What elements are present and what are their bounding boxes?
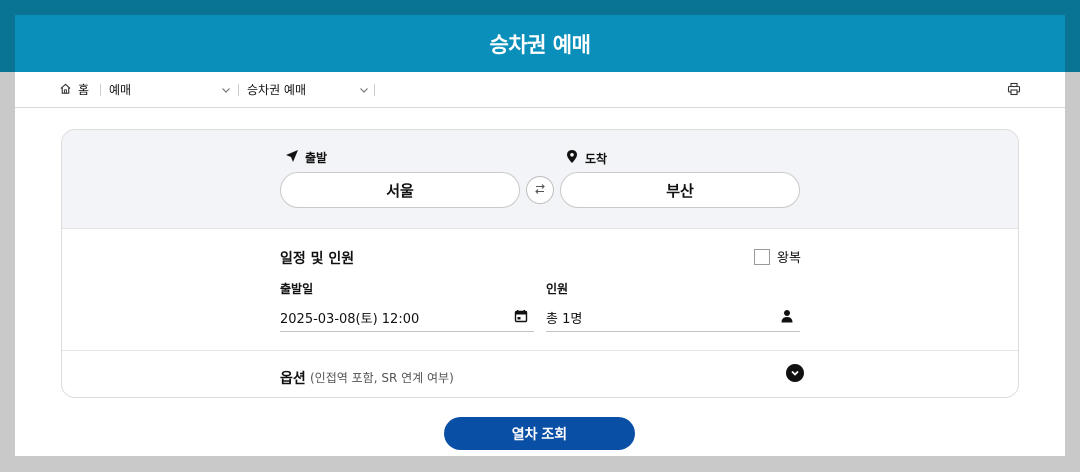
- departure-label: 출발: [285, 149, 327, 166]
- navigation-arrow-icon: [285, 149, 299, 166]
- chevron-down-icon: [359, 84, 369, 98]
- swap-arrows-icon: [533, 181, 547, 200]
- departure-label-text: 출발: [305, 151, 328, 165]
- departure-date-value: 2025-03-08(토) 12:00: [280, 311, 420, 327]
- breadcrumb-level1-label: 예매: [109, 83, 132, 97]
- roundtrip-label: 왕복: [777, 251, 801, 266]
- options-subtitle: (인접역 포함, SR 연계 여부): [310, 371, 454, 385]
- arrival-label: 도착: [565, 149, 607, 167]
- map-pin-icon: [565, 149, 579, 167]
- breadcrumb-divider: [374, 84, 375, 96]
- breadcrumb-dropdown-level2[interactable]: 승차권 예매: [247, 72, 369, 107]
- printer-icon: [1007, 82, 1021, 99]
- arrival-station-field[interactable]: 부산: [560, 172, 800, 208]
- date-label: 출발일: [280, 282, 314, 296]
- person-icon[interactable]: [780, 309, 794, 327]
- page-title: 승차권 예매: [489, 32, 591, 57]
- breadcrumb-dropdown-level1[interactable]: 예매: [109, 72, 231, 107]
- departure-station-value: 서울: [386, 181, 414, 200]
- page-header: 승차권 예매: [15, 15, 1065, 72]
- calendar-icon[interactable]: [514, 309, 528, 327]
- route-section: 출발 서울 도착 부산: [62, 130, 1018, 229]
- booking-form: 출발 서울 도착 부산 일정 및 인원 왕복 출발일 2025-03-08(토)…: [61, 129, 1019, 398]
- search-trains-button[interactable]: 열차 조회: [444, 417, 635, 450]
- schedule-section-title: 일정 및 인원: [280, 251, 355, 267]
- swap-stations-button[interactable]: [526, 176, 554, 204]
- breadcrumb-level2-label: 승차권 예매: [247, 83, 307, 97]
- departure-station-field[interactable]: 서울: [280, 172, 520, 208]
- print-button[interactable]: [1007, 82, 1021, 99]
- chevron-circle-down-icon[interactable]: [786, 364, 804, 382]
- options-title: 옵션: [280, 371, 306, 387]
- options-section[interactable]: 옵션 (인접역 포함, SR 연계 여부): [62, 350, 1018, 397]
- departure-date-field[interactable]: 2025-03-08(토) 12:00: [280, 303, 534, 332]
- arrival-station-value: 부산: [666, 181, 694, 200]
- arrival-label-text: 도착: [585, 151, 608, 166]
- breadcrumb: 홈 예매 승차권 예매: [15, 72, 1065, 108]
- passenger-count-field[interactable]: 총 1명: [546, 303, 800, 332]
- breadcrumb-divider: [100, 84, 101, 96]
- roundtrip-checkbox[interactable]: 왕복: [754, 247, 801, 266]
- breadcrumb-home[interactable]: 홈: [59, 72, 89, 107]
- passenger-count-value: 총 1명: [546, 311, 583, 327]
- home-icon: [59, 82, 72, 98]
- breadcrumb-home-label: 홈: [78, 83, 90, 97]
- breadcrumb-divider: [238, 84, 239, 96]
- checkbox-box[interactable]: [754, 248, 770, 265]
- people-label: 인원: [546, 282, 569, 296]
- page-frame: 승차권 예매 홈 예매 승차권 예매 출발 서울 도착 부산 일정 및 인원 왕…: [15, 15, 1065, 456]
- chevron-down-icon: [221, 84, 231, 98]
